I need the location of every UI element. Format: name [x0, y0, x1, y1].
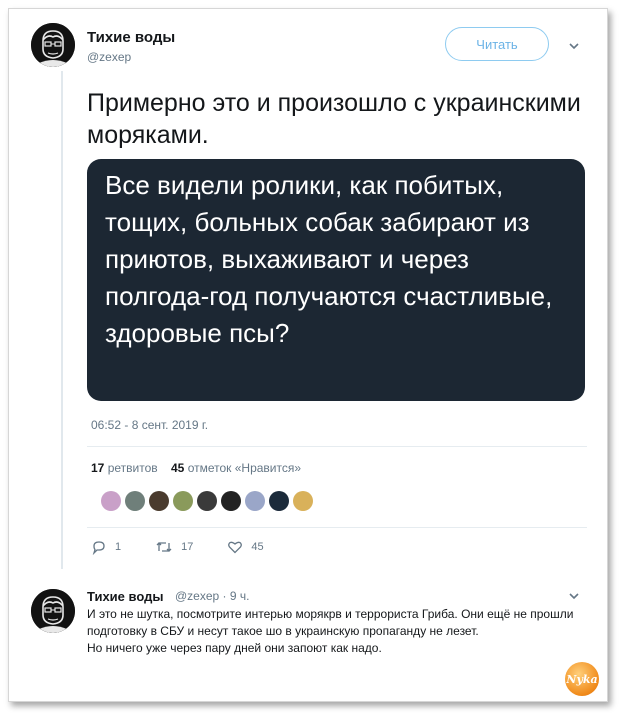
follow-button[interactable]: Читать	[445, 27, 549, 61]
reply-paragraph: Но ничего уже через пару дней они запоют…	[87, 641, 382, 655]
liker-avatar[interactable]	[293, 491, 313, 511]
tweet-image-text: Все видели ролики, как побитых, тощих, б…	[105, 170, 553, 348]
liker-avatar[interactable]	[221, 491, 241, 511]
avatar[interactable]	[31, 23, 75, 67]
liker-avatar[interactable]	[149, 491, 169, 511]
like-count: 45	[251, 541, 264, 553]
reply-author-name[interactable]: Тихие воды	[87, 589, 163, 604]
reply-avatar[interactable]	[31, 589, 75, 633]
reply-text: И это не шутка, посмотрите интерью моряк…	[87, 606, 587, 657]
liker-avatar[interactable]	[125, 491, 145, 511]
heart-icon	[228, 541, 243, 554]
reply-meta[interactable]: @zexep · 9 ч.	[175, 589, 249, 603]
tweet-image[interactable]: Все видели ролики, как побитых, тощих, б…	[87, 159, 585, 401]
retweets-count[interactable]: 17	[91, 461, 104, 475]
engagement-stats: 17 ретвитов 45 отметок «Нравится»	[91, 461, 301, 475]
thread-connector-line	[61, 71, 63, 569]
liker-avatar[interactable]	[101, 491, 121, 511]
liker-avatars	[101, 491, 313, 513]
liker-avatar[interactable]	[173, 491, 193, 511]
reply-action[interactable]: 1	[91, 539, 121, 555]
tweet-actions: 1 17 45	[91, 539, 298, 555]
retweet-count: 17	[181, 541, 194, 553]
chevron-down-icon[interactable]	[567, 39, 581, 53]
avatar-face-icon	[31, 589, 75, 633]
retweet-icon	[156, 542, 172, 552]
author-handle[interactable]: @zexep	[87, 50, 131, 64]
tweet-text: Примерно это и произошло с украинскими м…	[87, 89, 581, 149]
retweet-action[interactable]: 17	[155, 539, 193, 555]
liker-avatar[interactable]	[269, 491, 289, 511]
likes-count[interactable]: 45	[171, 461, 184, 475]
divider	[87, 446, 587, 447]
retweets-label[interactable]: ретвитов	[108, 461, 158, 475]
liker-avatar[interactable]	[197, 491, 217, 511]
watermark-logo: Nyka	[565, 662, 599, 696]
likes-label[interactable]: отметок «Нравится»	[188, 461, 301, 475]
reply-paragraph: И это не шутка, посмотрите интерью моряк…	[87, 607, 574, 638]
tweet-timestamp[interactable]: 06:52 - 8 сент. 2019 г.	[91, 418, 208, 432]
tweet-thread-card: Тихие воды @zexep Читать Примерно это и …	[8, 8, 608, 702]
divider	[87, 527, 587, 528]
reply-count: 1	[115, 541, 122, 553]
reply-icon	[92, 541, 105, 555]
liker-avatar[interactable]	[245, 491, 265, 511]
like-action[interactable]: 45	[227, 539, 264, 555]
watermark-text: Nyka	[566, 672, 598, 686]
author-name[interactable]: Тихие воды	[87, 29, 175, 46]
avatar-face-icon	[31, 23, 75, 67]
chevron-down-icon[interactable]	[567, 589, 581, 603]
